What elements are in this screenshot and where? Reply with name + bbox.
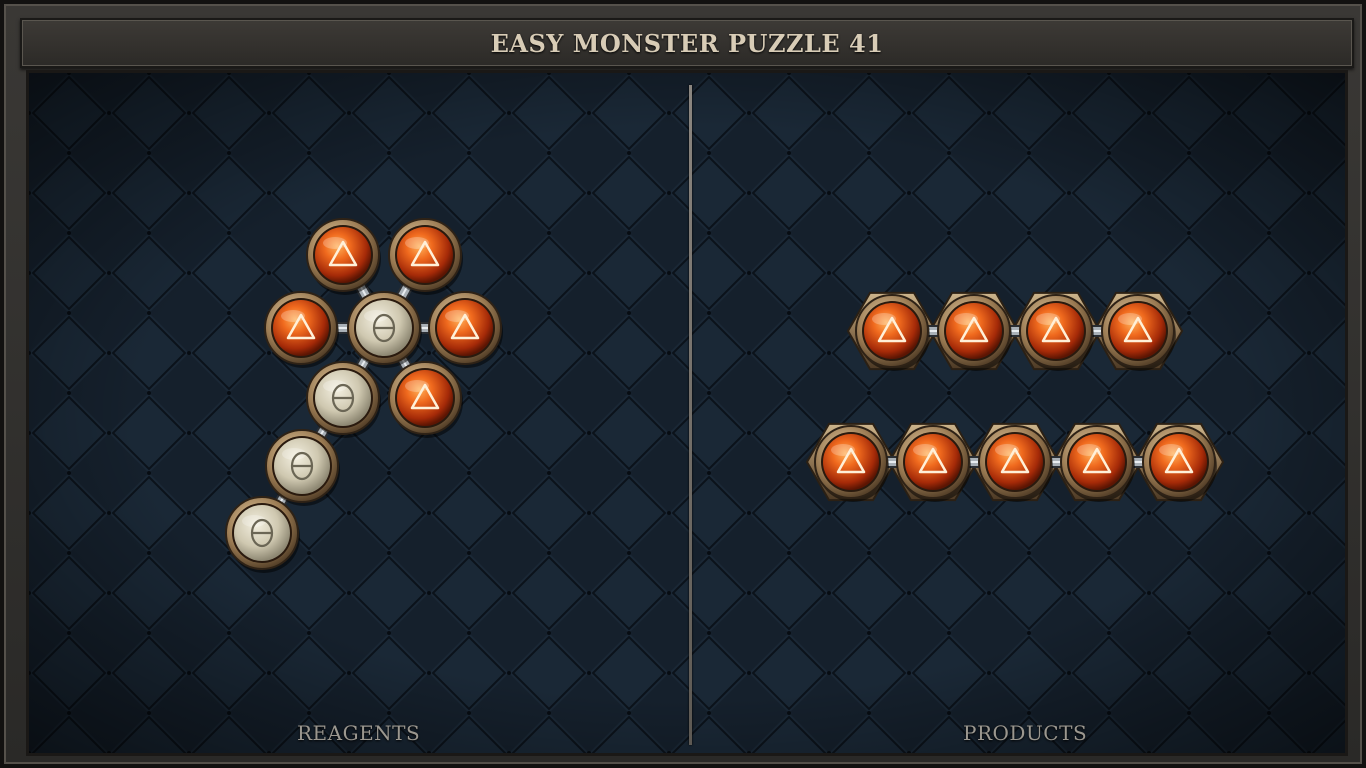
product-molecule	[846, 291, 1184, 371]
fire-atom	[428, 291, 503, 368]
fire-atom	[264, 291, 339, 368]
neutral-atom	[347, 291, 422, 368]
game-frame: EASY MONSTER PUZZLE 41 REAGENTS PRODUCTS	[0, 0, 1366, 768]
neutral-atom	[306, 361, 381, 438]
fire-atom	[388, 218, 463, 295]
neutral-atom	[265, 429, 340, 506]
reagent-molecule[interactable]	[225, 218, 503, 573]
puzzle-title: EASY MONSTER PUZZLE 41	[490, 28, 884, 58]
puzzle-board: REAGENTS PRODUCTS	[26, 70, 1348, 756]
neutral-atom	[225, 496, 300, 573]
fire-atom	[388, 361, 463, 438]
product-molecules	[805, 291, 1225, 502]
product-molecule	[805, 422, 1225, 502]
title-bar: EASY MONSTER PUZZLE 41	[20, 18, 1354, 68]
molecule-layer	[225, 218, 1225, 573]
fire-atom	[306, 218, 381, 295]
